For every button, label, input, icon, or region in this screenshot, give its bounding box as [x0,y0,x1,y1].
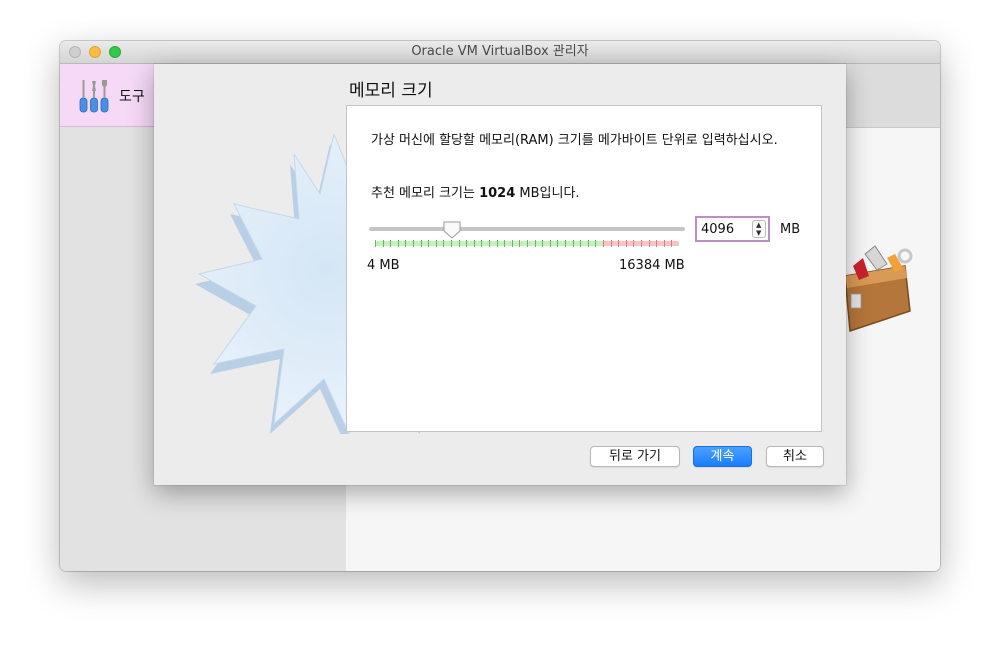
toolbox-icon [844,245,913,333]
sidebar-item-label: 도구 [119,89,145,105]
memory-slider[interactable] [369,227,685,231]
stepper-down[interactable]: ▼ [756,230,761,237]
recommended-memory-text: 추천 메모리 크기는 1024 MB입니다. [371,182,580,201]
stepper-icon[interactable]: ▲ ▼ [752,220,766,238]
back-button[interactable]: 뒤로 가기 [590,446,680,467]
continue-button[interactable]: 계속 [693,446,752,467]
minimize-window-button[interactable] [89,46,101,58]
tools-icon [79,80,109,113]
memory-size-input[interactable] [697,218,753,240]
recommended-value: 1024 [479,186,516,201]
memory-description: 가상 머신에 할당할 메모리(RAM) 크기를 메가바이트 단위로 입력하십시오… [371,133,778,148]
recommended-suffix: MB입니다. [515,186,580,201]
window-title: Oracle VM VirtualBox 관리자 [411,44,589,59]
memory-size-field[interactable]: ▲ ▼ [695,216,770,242]
zoom-window-button[interactable] [109,46,121,58]
memory-size-panel: 가상 머신에 할당할 메모리(RAM) 크기를 메가바이트 단위로 입력하십시오… [346,105,822,432]
slider-min-label: 4 MB [367,258,400,273]
memory-unit-label: MB [780,222,801,237]
page-title: 메모리 크기 [349,81,433,101]
close-window-button[interactable] [69,46,81,58]
sidebar-item-tools[interactable]: 도구 [60,64,155,127]
slider-thumb-icon[interactable] [442,220,462,240]
title-bar[interactable]: Oracle VM VirtualBox 관리자 [60,41,940,64]
slider-max-label: 16384 MB [619,258,685,273]
stepper-up[interactable]: ▲ [756,222,761,229]
slider-ticks [375,240,679,247]
cancel-button[interactable]: 취소 [766,446,824,467]
recommended-prefix: 추천 메모리 크기는 [371,186,480,201]
new-vm-wizard-sheet: 메모리 크기 가상 머신에 할당할 메모리(RAM) 크기를 메가바이트 단위로… [154,64,846,485]
